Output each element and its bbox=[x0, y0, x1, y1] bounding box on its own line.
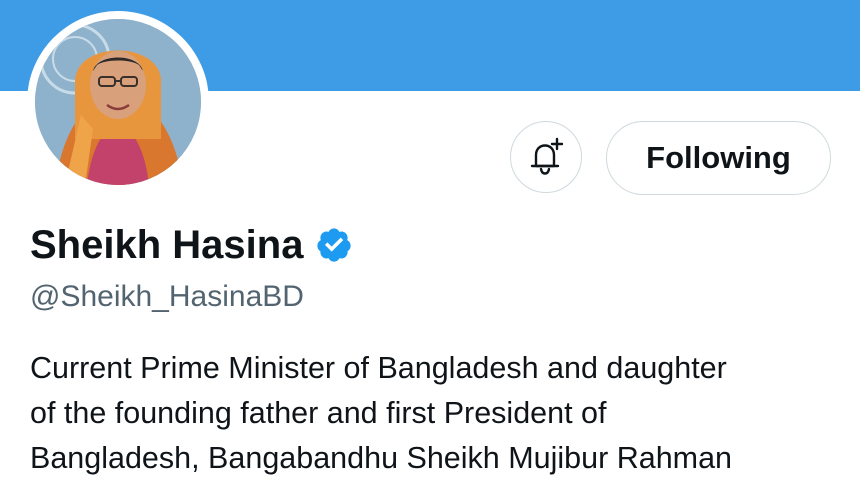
following-label: Following bbox=[646, 140, 791, 175]
bio-line: Current Prime Minister of Bangladesh and… bbox=[30, 351, 727, 385]
profile-page: Following Sheikh Hasina @Sheikh_HasinaBD… bbox=[0, 0, 860, 484]
bell-plus-icon bbox=[530, 137, 564, 175]
profile-name-row: Sheikh Hasina bbox=[30, 218, 353, 272]
avatar[interactable] bbox=[35, 19, 201, 185]
following-button[interactable]: Following bbox=[606, 121, 831, 195]
profile-bio: Current Prime Minister of Bangladesh and… bbox=[30, 346, 830, 481]
profile-handle: @Sheikh_HasinaBD bbox=[30, 280, 304, 313]
notifications-button[interactable] bbox=[510, 121, 582, 193]
bio-line: of the founding father and first Preside… bbox=[30, 396, 607, 430]
avatar-frame bbox=[27, 11, 209, 193]
display-name: Sheikh Hasina bbox=[30, 222, 304, 267]
avatar-image bbox=[35, 19, 201, 185]
verified-badge-icon[interactable] bbox=[315, 226, 353, 264]
bio-line: Bangladesh, Bangabandhu Sheikh Mujibur R… bbox=[30, 441, 732, 475]
